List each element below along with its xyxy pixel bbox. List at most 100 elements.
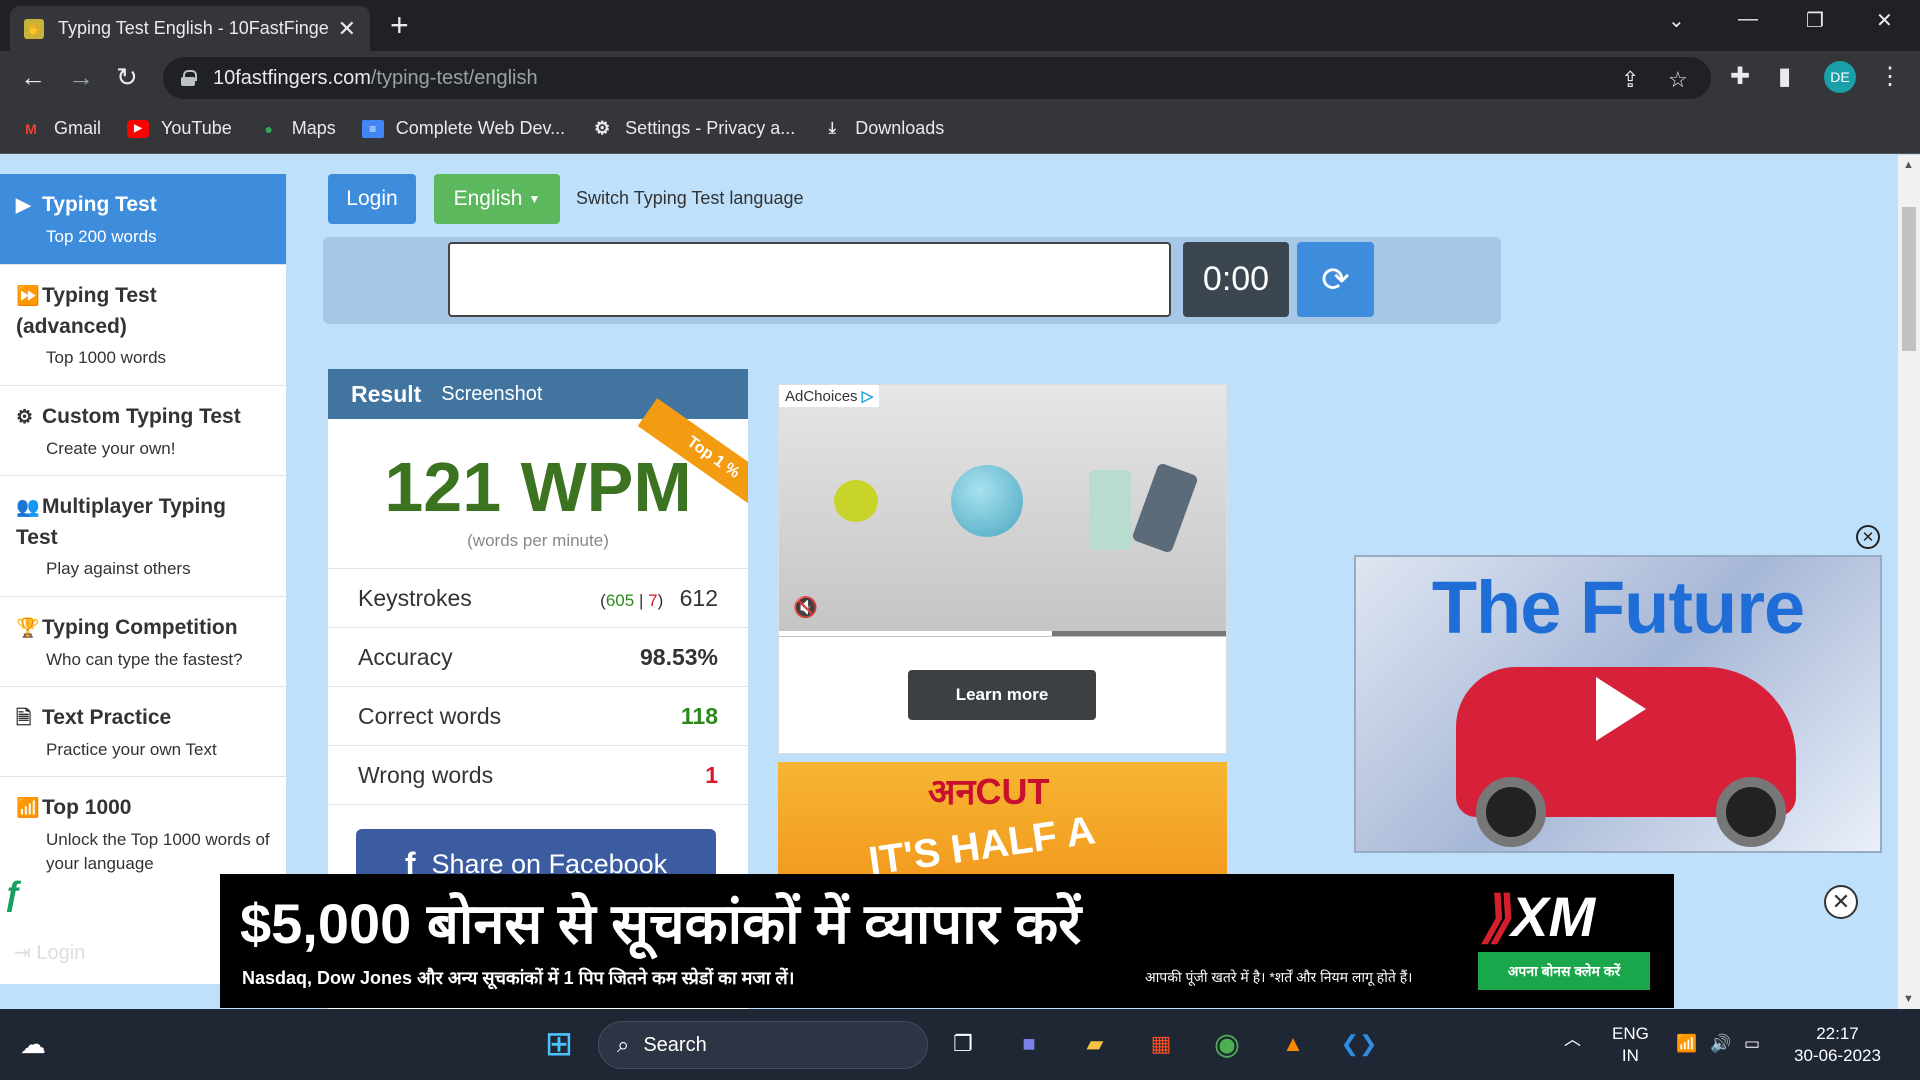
youtube-icon: ▶: [127, 119, 150, 138]
fast-forward-icon: ⏩: [16, 286, 40, 307]
phone-image: [1089, 470, 1131, 550]
ad-video[interactable]: AdChoices ▷ 🔇: [779, 385, 1226, 637]
car-video-ad[interactable]: The Future: [1354, 555, 1882, 853]
accuracy-row: Accuracy 98.53%: [328, 628, 748, 687]
lock-icon[interactable]: [181, 70, 197, 86]
bookmark-web-dev[interactable]: ≡ Complete Web Dev...: [361, 118, 565, 139]
uncut-ad[interactable]: अनCUT IT'S HALF A: [778, 762, 1227, 882]
lang-top: ENG: [1612, 1024, 1649, 1043]
close-ad-icon[interactable]: ✕: [1856, 525, 1880, 549]
sidebar-item-sub: Play against others: [46, 559, 191, 578]
keystrokes-label: Keystrokes: [358, 584, 472, 611]
teams-chat-icon[interactable]: ■: [1010, 1025, 1048, 1063]
bookmark-maps[interactable]: ● Maps: [258, 118, 336, 139]
sidebar-item-multiplayer[interactable]: 👥 Multiplayer Typing Test Play against ot…: [0, 476, 286, 597]
new-tab-button[interactable]: +: [390, 8, 409, 42]
sidebar-title-text: Custom Typing Test: [42, 405, 241, 428]
bookmark-downloads[interactable]: ⤓ Downloads: [821, 118, 945, 139]
tab-screenshot[interactable]: Screenshot: [441, 383, 542, 406]
language-indicator[interactable]: ENG IN: [1612, 1023, 1649, 1067]
typing-input[interactable]: [448, 242, 1171, 317]
tab-result[interactable]: Result: [351, 381, 421, 408]
show-hidden-icons-chevron-icon[interactable]: ︿: [1564, 1029, 1581, 1051]
sidebar-login-link[interactable]: ⇥ Login: [14, 940, 85, 965]
profile-avatar[interactable]: DE: [1824, 61, 1856, 93]
volume-icon[interactable]: 🔊: [1710, 1033, 1731, 1055]
learn-more-button[interactable]: Learn more: [908, 670, 1096, 720]
bookmark-label: YouTube: [161, 118, 232, 138]
keystrokes-separator: |: [638, 590, 644, 610]
taskbar-search[interactable]: ⌕ Search: [598, 1021, 928, 1069]
wrong-words-value: 1: [705, 761, 718, 788]
bookmark-settings[interactable]: ⚙ Settings - Privacy a...: [591, 118, 795, 139]
menu-kebab-icon[interactable]: ⋮: [1878, 62, 1902, 91]
side-panel-icon[interactable]: ▮: [1778, 62, 1791, 91]
tab-title: Typing Test English - 10FastFinge: [58, 18, 328, 38]
minimize-button[interactable]: —: [1738, 8, 1758, 31]
bookmark-star-icon[interactable]: ☆: [1668, 67, 1688, 93]
site-favicon-icon: ✋: [24, 18, 44, 39]
scrollbar-thumb[interactable]: [1902, 207, 1916, 351]
bookmark-gmail[interactable]: M Gmail: [20, 118, 101, 139]
adchoices-link[interactable]: AdChoices ▷: [779, 385, 880, 407]
keystrokes-detail: (605 | 7): [600, 590, 664, 610]
vscode-icon[interactable]: ❮❯: [1340, 1025, 1378, 1063]
extensions-puzzle-icon[interactable]: ✚: [1730, 62, 1750, 91]
language-dropdown[interactable]: English ▼: [434, 174, 560, 224]
sidebar-item-custom-typing-test[interactable]: ⚙ Custom Typing Test Create your own!: [0, 386, 286, 476]
weather-icon[interactable]: ☁: [14, 1025, 52, 1063]
accuracy-value: 98.53%: [639, 643, 718, 670]
reload-button[interactable]: ↻: [116, 63, 138, 91]
close-tab-icon[interactable]: ✕: [338, 16, 356, 42]
video-progress[interactable]: [779, 631, 1226, 636]
bookmark-youtube[interactable]: ▶ YouTube: [127, 118, 232, 139]
sidebar-title-text: Typing Competition: [42, 616, 238, 639]
bottom-banner-ad[interactable]: $5,000 बोनस से सूचकांकों में व्यापार करे…: [220, 874, 1674, 1008]
docs-icon: ≡: [361, 119, 384, 138]
correct-words-value: 118: [680, 702, 718, 729]
clock[interactable]: 22:17 30-06-2023: [1794, 1023, 1881, 1067]
login-button[interactable]: Login: [328, 174, 416, 224]
mute-icon[interactable]: 🔇: [793, 595, 818, 620]
sidebar-item-text-practice[interactable]: 🗎 Text Practice Practice your own Text: [0, 687, 286, 777]
back-button[interactable]: ←: [20, 63, 46, 91]
forward-button[interactable]: →: [68, 63, 94, 91]
play-icon: ▶: [16, 195, 31, 216]
restart-button[interactable]: ⟳: [1297, 242, 1374, 317]
sidebar-item-typing-test-advanced[interactable]: ⏩ Typing Test (advanced) Top 1000 words: [0, 265, 286, 386]
wifi-icon[interactable]: 📶: [1676, 1033, 1697, 1055]
uncut-brand: अनCUT: [928, 771, 1050, 812]
vlc-icon[interactable]: ▲: [1274, 1025, 1312, 1063]
restore-button[interactable]: ❐: [1806, 8, 1824, 33]
chrome-icon[interactable]: ◉: [1208, 1025, 1246, 1063]
share-icon[interactable]: ⇪: [1621, 67, 1639, 93]
sidebar-title-text: Multiplayer Typing Test: [16, 495, 226, 549]
scroll-up-arrow-icon[interactable]: ▲: [1903, 159, 1914, 171]
tab-search-chevron-icon[interactable]: ⌄: [1668, 8, 1685, 33]
leaf-logo-icon: ƒ: [4, 875, 23, 913]
close-window-button[interactable]: ✕: [1876, 8, 1893, 33]
omnibox[interactable]: 10fastfingers.com/typing-test/english ⇪ …: [163, 57, 1711, 99]
microsoft-store-icon[interactable]: ▦: [1142, 1025, 1180, 1063]
browser-tab[interactable]: ✋ Typing Test English - 10FastFinge ✕: [10, 6, 370, 51]
sidebar-item-typing-test[interactable]: ▶ Typing Test Top 200 words: [0, 174, 286, 265]
sidebar-item-competition[interactable]: 🏆 Typing Competition Who can type the fas…: [0, 597, 286, 687]
keystrokes-correct: 605: [605, 590, 635, 610]
banner-subtext: Nasdaq, Dow Jones और अन्य सूचकांकों में …: [242, 968, 795, 988]
play-icon[interactable]: [1596, 677, 1646, 741]
scroll-down-arrow-icon[interactable]: ▼: [1903, 993, 1914, 1005]
windows-start-icon[interactable]: ⊞: [540, 1025, 578, 1063]
download-icon: ⤓: [828, 119, 836, 137]
sidebar: ▶ Typing Test Top 200 words ⏩ Typing Test …: [0, 174, 286, 984]
task-view-icon[interactable]: ❐: [944, 1025, 982, 1063]
keystrokes-total: 612: [679, 584, 718, 611]
bookmark-label: Settings - Privacy a...: [625, 118, 796, 138]
claim-bonus-button[interactable]: अपना बोनस क्लेम करें: [1478, 952, 1650, 990]
close-banner-icon[interactable]: ✕: [1824, 885, 1858, 919]
battery-icon[interactable]: ▭: [1744, 1033, 1760, 1055]
file-explorer-icon[interactable]: ▰: [1076, 1025, 1114, 1063]
wpm-caption: (words per minute): [467, 531, 609, 550]
bookmark-label: Downloads: [855, 118, 945, 138]
page-scrollbar[interactable]: ▲ ▼: [1898, 155, 1920, 1009]
search-icon: ⌕: [617, 1032, 630, 1057]
